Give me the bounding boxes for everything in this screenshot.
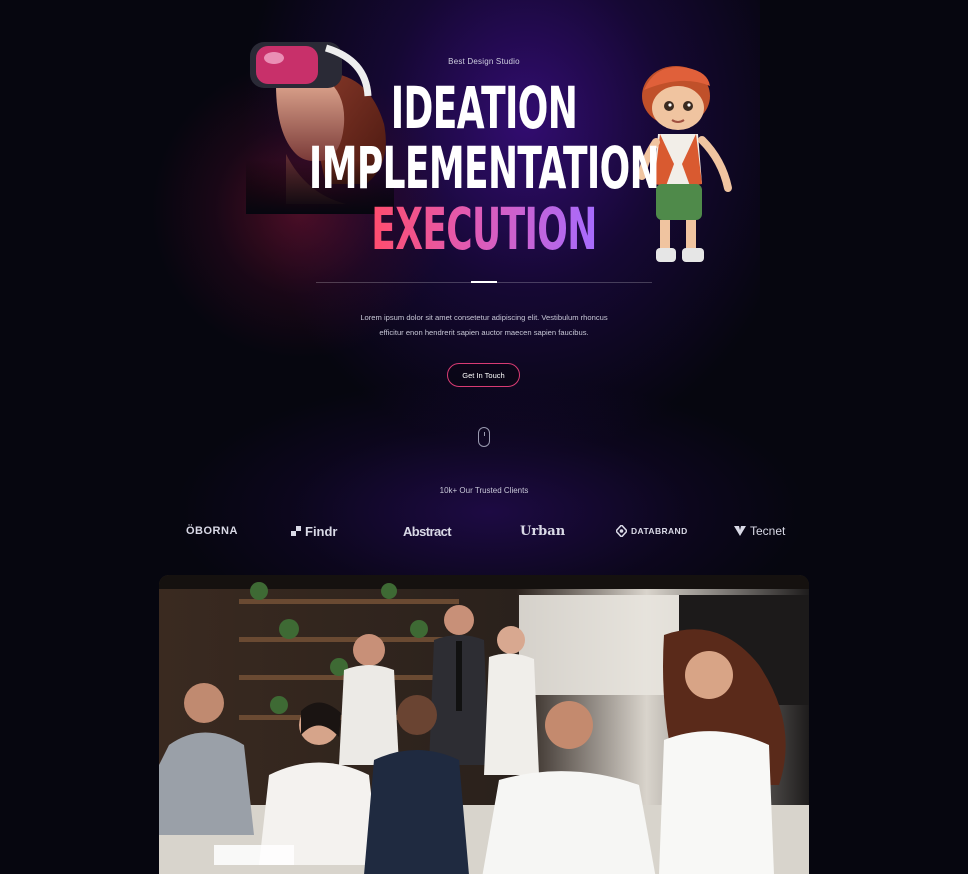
client-logo-findr-text: Findr <box>305 523 338 539</box>
hero-divider-accent <box>471 281 497 283</box>
client-logo-databrand-text: DATABRAND <box>631 526 688 536</box>
hero-headline-line-3: EXECUTION <box>184 199 784 259</box>
databrand-logo-mark-icon <box>616 525 627 537</box>
client-logo-oborna[interactable]: ÖBORNA <box>186 520 238 542</box>
client-logo-databrand[interactable]: DATABRAND <box>616 520 688 542</box>
hero-headline-line-2: IMPLEMENTATION <box>308 134 660 202</box>
client-logo-tecnet[interactable]: Tecnet <box>734 520 785 542</box>
client-logo-urban[interactable]: Urban <box>520 520 565 542</box>
mouse-scroll-icon[interactable] <box>478 427 490 447</box>
hero-description-line-1: Lorem ipsum dolor sit amet consetetur ad… <box>360 313 608 322</box>
clients-title: 10k+ Our Trusted Clients <box>439 486 529 495</box>
hero-description-line-2: efficitur enon hendrerit sapien auctor m… <box>379 328 589 337</box>
tecnet-logo-mark-icon <box>734 526 746 536</box>
landing-page: Best Design Studio IDEATION IMPLEMENTATI… <box>0 0 968 874</box>
hero-description: Lorem ipsum dolor sit amet consetetur ad… <box>334 310 634 340</box>
hero-eyebrow: Best Design Studio <box>448 57 520 66</box>
hero-headline-line-1: IDEATION <box>390 74 578 142</box>
client-logo-abstract[interactable]: Abstract <box>403 520 452 542</box>
team-meeting-photo <box>159 575 809 874</box>
client-logo-findr[interactable]: Findr <box>291 520 338 542</box>
client-logos: ÖBORNA Findr Abstract Urban DATABRAND Te… <box>160 520 808 542</box>
team-meeting-photo-art <box>159 575 809 874</box>
hero-headline-gradient-text: EXECUTION <box>371 195 597 263</box>
findr-logo-mark-icon <box>291 526 301 536</box>
client-logo-tecnet-text: Tecnet <box>750 524 786 538</box>
get-in-touch-button[interactable]: Get In Touch <box>447 363 520 387</box>
